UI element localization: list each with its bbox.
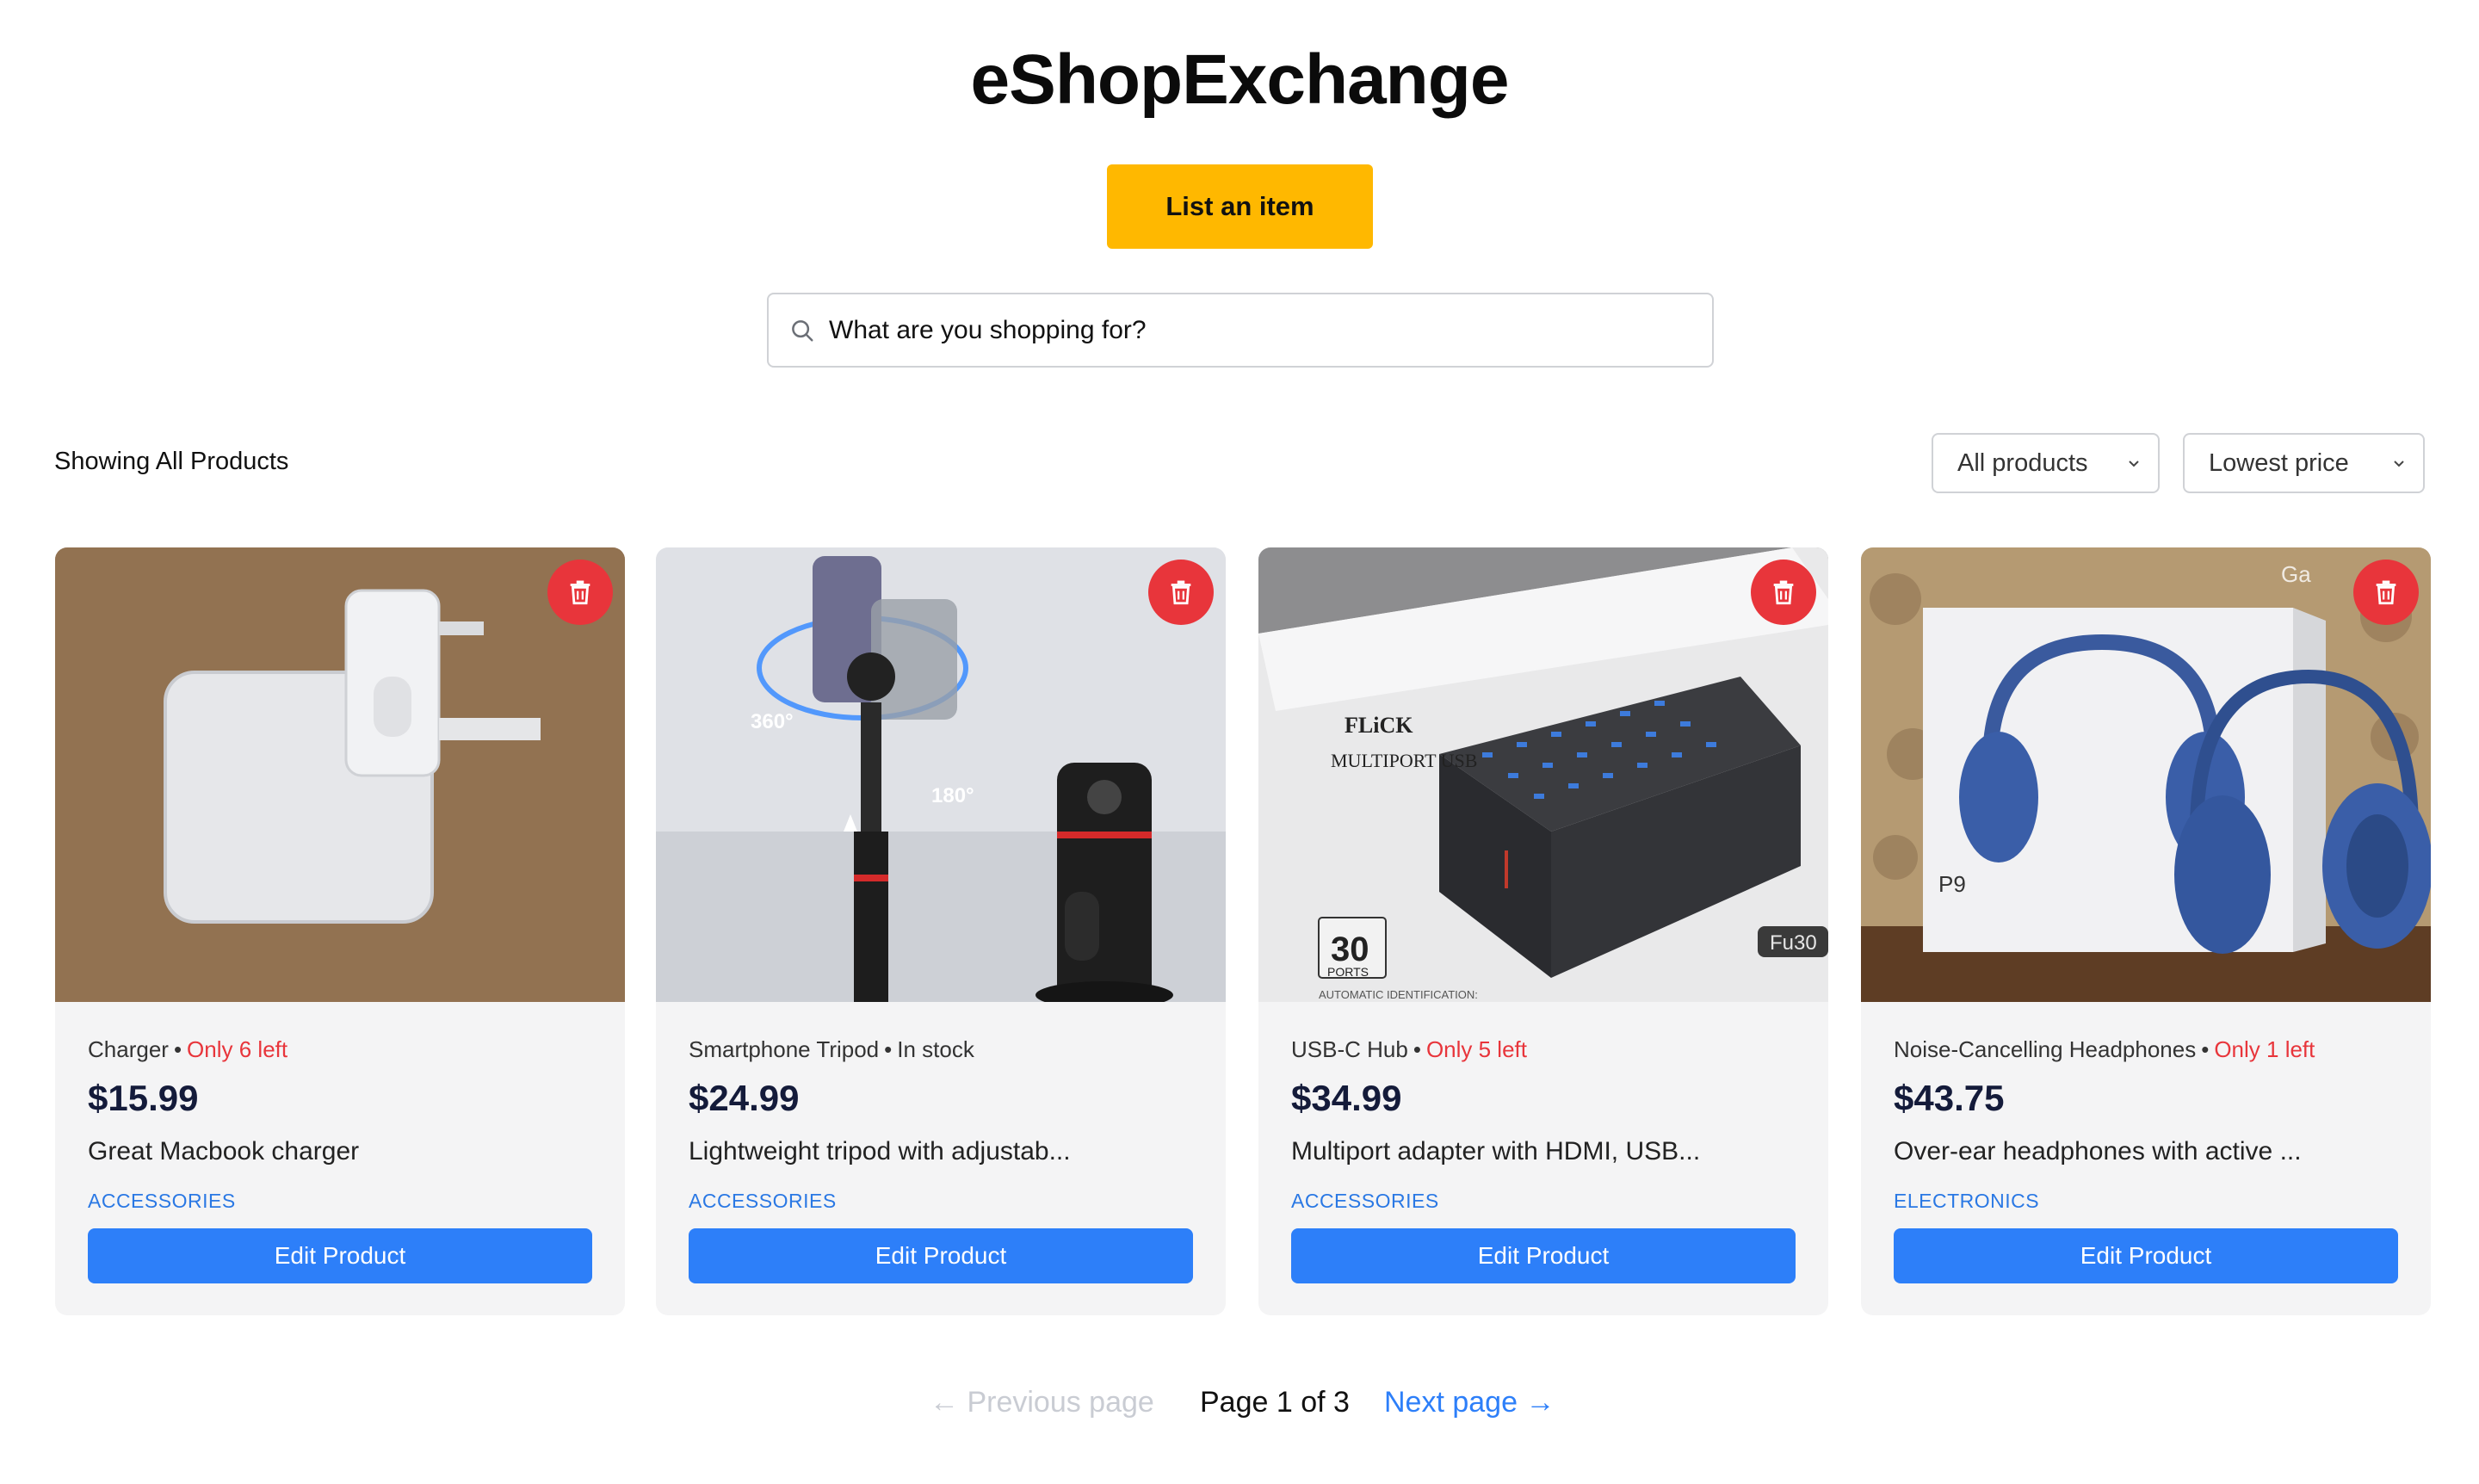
- product-category[interactable]: ACCESSORIES: [88, 1190, 236, 1213]
- separator: •: [173, 1036, 182, 1062]
- product-line-label: MULTIPORT USB: [1331, 750, 1477, 771]
- edit-product-button[interactable]: Edit Product: [88, 1228, 592, 1283]
- product-price: $24.99: [689, 1078, 800, 1118]
- identification-label: AUTOMATIC IDENTIFICATION:: [1319, 988, 1478, 1001]
- product-description: Lightweight tripod with adjustab...: [689, 1137, 1071, 1166]
- sort-value: Lowest price: [2209, 448, 2349, 477]
- trash-icon: [1171, 580, 1191, 605]
- category-filter-value: All products: [1957, 448, 2088, 477]
- delete-button[interactable]: [2353, 560, 2419, 625]
- stock-status: Only 5 left: [1425, 1036, 1527, 1062]
- product-name: Smartphone Tripod: [689, 1036, 880, 1062]
- page: eShopExchange List an item Showing All P…: [0, 0, 2479, 1484]
- results-label: Showing All Products: [54, 448, 289, 475]
- stock-status: Only 1 left: [2214, 1036, 2315, 1062]
- product-meta: Noise-Cancelling Headphones • Only 1 left: [1894, 1036, 2315, 1063]
- product-price: $34.99: [1291, 1078, 1402, 1118]
- product-card: P9 Ga Noise-Cancelling Headphones • Only 1…: [1861, 547, 2431, 1315]
- search-bar[interactable]: [767, 293, 1714, 368]
- search-input[interactable]: [829, 304, 1712, 356]
- product-card: Charger • Only 6 left $15.99 Great Macbook…: [55, 547, 625, 1315]
- trash-icon: [2376, 580, 2396, 605]
- model-label: Fu30: [1770, 931, 1817, 955]
- product-image-tripod: 360° 180°: [656, 547, 1226, 1002]
- category-filter-select[interactable]: All products: [1932, 433, 2160, 493]
- sort-select[interactable]: Lowest price: [2183, 433, 2425, 493]
- product-description: Over-ear headphones with active ...: [1894, 1137, 2302, 1166]
- edit-product-button[interactable]: Edit Product: [1894, 1228, 2398, 1283]
- box-model-label: P9: [1938, 871, 1966, 897]
- list-item-button[interactable]: List an item: [1107, 164, 1373, 249]
- rotation-180-label: 180°: [931, 784, 974, 807]
- separator: •: [2201, 1036, 2210, 1062]
- product-description: Multiport adapter with HDMI, USB...: [1291, 1137, 1701, 1166]
- product-meta: Charger • Only 6 left: [88, 1036, 287, 1063]
- product-price: $43.75: [1894, 1078, 2005, 1118]
- product-image-charger: [55, 547, 625, 1002]
- ports-word: PORTS: [1327, 965, 1369, 979]
- next-page-link[interactable]: Next page →: [1384, 1386, 1555, 1419]
- search-icon: [792, 319, 813, 341]
- ports-count: 30: [1331, 931, 1369, 968]
- delete-button[interactable]: [547, 560, 613, 625]
- trash-icon: [1773, 580, 1794, 605]
- product-name: Noise-Cancelling Headphones: [1894, 1036, 2197, 1062]
- product-category[interactable]: ELECTRONICS: [1894, 1190, 2039, 1213]
- product-category[interactable]: ACCESSORIES: [1291, 1190, 1439, 1213]
- product-price: $15.99: [88, 1078, 199, 1118]
- product-name: USB-C Hub: [1291, 1036, 1408, 1062]
- product-meta: Smartphone Tripod • In stock: [689, 1036, 974, 1063]
- product-description: Great Macbook charger: [88, 1137, 360, 1166]
- watermark-label: Ga: [2281, 561, 2311, 587]
- edit-product-button[interactable]: Edit Product: [1291, 1228, 1796, 1283]
- rotation-360-label: 360°: [751, 710, 794, 733]
- stock-status: In stock: [897, 1036, 974, 1062]
- app-title: eShopExchange: [970, 40, 1510, 119]
- chevron-down-icon: [2129, 461, 2139, 467]
- product-card: 360° 180° Smartphone Tripod • In stock $24…: [656, 547, 1226, 1315]
- delete-button[interactable]: [1148, 560, 1214, 625]
- product-meta: USB-C Hub • Only 5 left: [1291, 1036, 1527, 1063]
- product-image-headphones: P9 Ga: [1861, 547, 2431, 1002]
- product-image-usb-hub: FLiCK MULTIPORT USB 30 PORTS Fu30 AUTOMA…: [1258, 547, 1828, 1002]
- separator: •: [884, 1036, 893, 1062]
- brand-label: FLiCK: [1345, 713, 1413, 738]
- separator: •: [1413, 1036, 1421, 1062]
- trash-icon: [570, 580, 590, 605]
- product-category[interactable]: ACCESSORIES: [689, 1190, 837, 1213]
- stock-status: Only 6 left: [187, 1036, 288, 1062]
- edit-product-button[interactable]: Edit Product: [689, 1228, 1193, 1283]
- product-name: Charger: [88, 1036, 169, 1062]
- delete-button[interactable]: [1751, 560, 1816, 625]
- chevron-down-icon: [2394, 461, 2404, 467]
- previous-page-link[interactable]: ← Previous page: [930, 1386, 1154, 1419]
- product-card: FLiCK MULTIPORT USB 30 PORTS Fu30 AUTOMA…: [1258, 547, 1828, 1315]
- page-indicator: Page 1 of 3: [1200, 1386, 1350, 1419]
